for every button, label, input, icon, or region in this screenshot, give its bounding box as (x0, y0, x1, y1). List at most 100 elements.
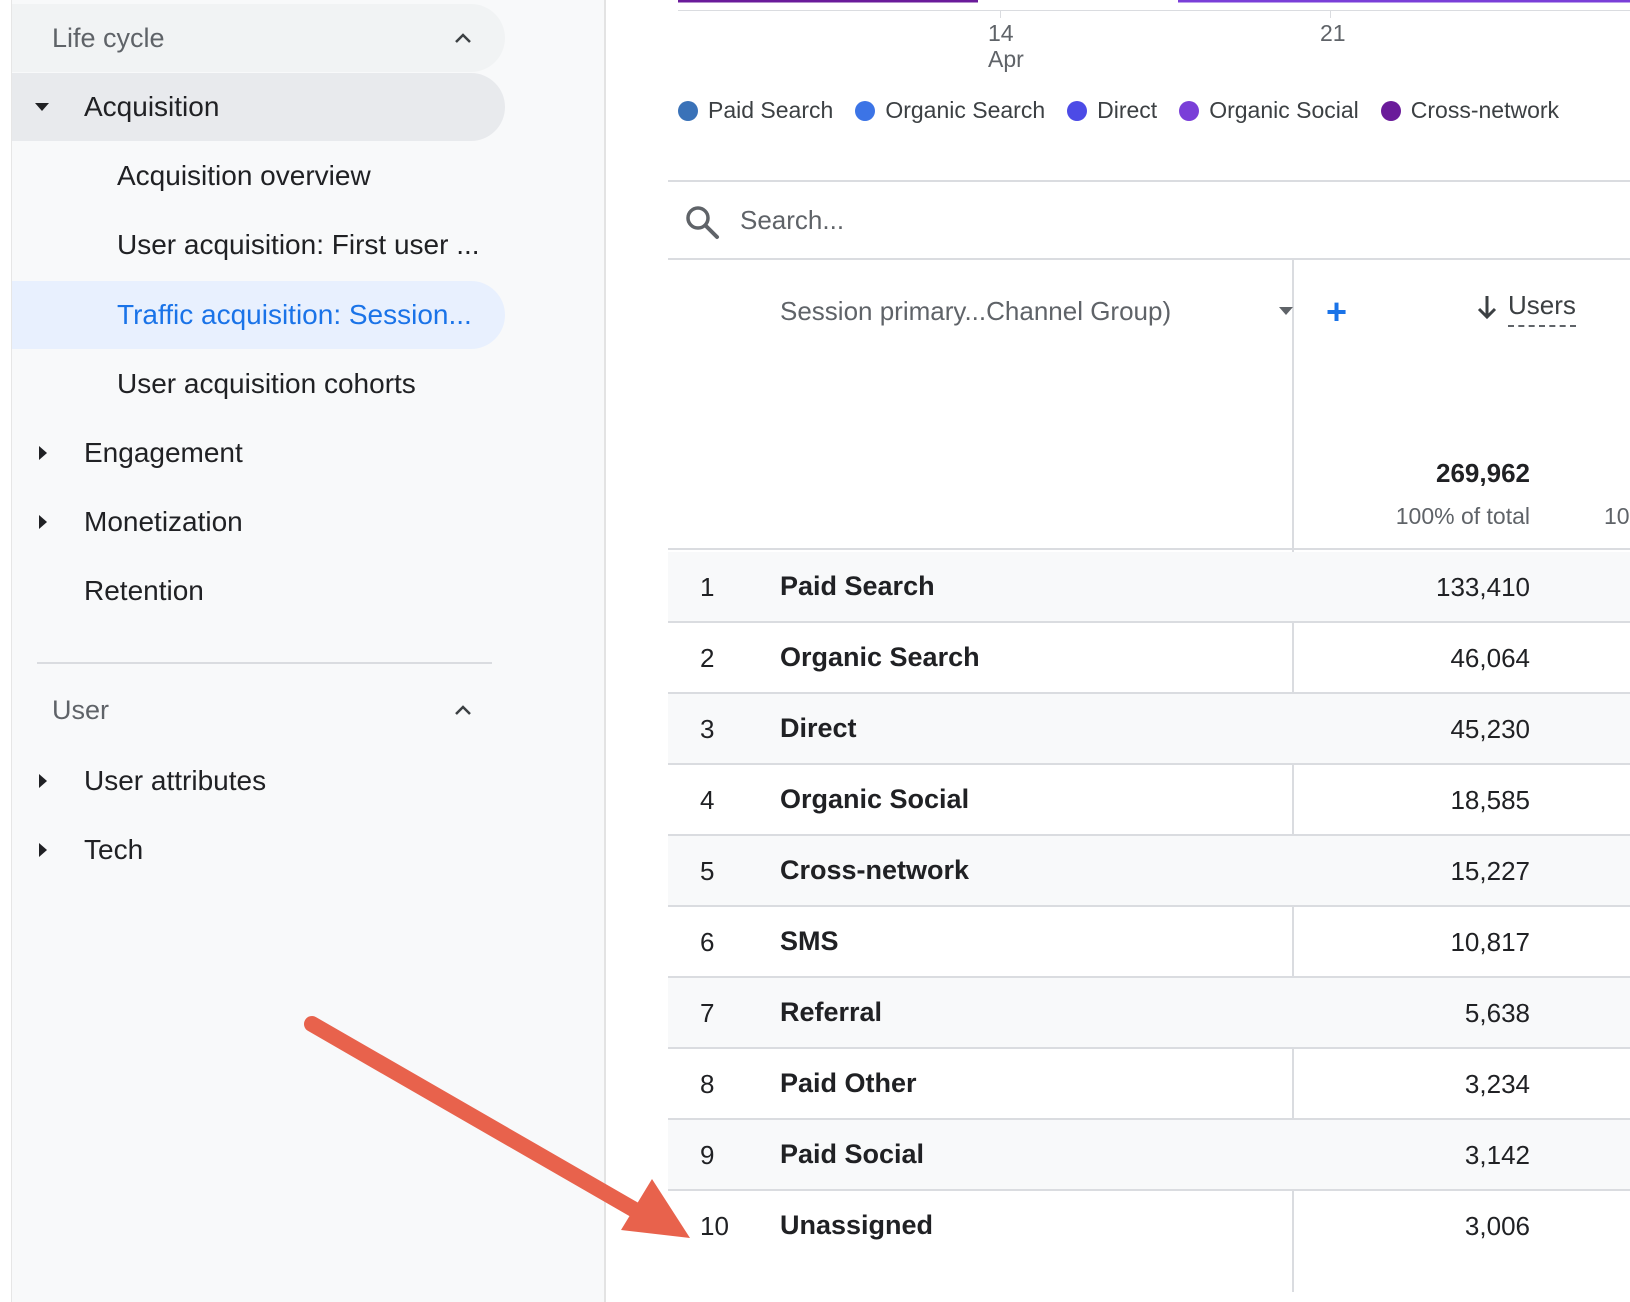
row-users: 10,817 (1450, 927, 1530, 957)
sidebar-item-label: User acquisition: First user ... (117, 229, 480, 260)
chevron-up-icon[interactable] (451, 698, 475, 722)
sidebar-item-label: User attributes (84, 765, 267, 796)
caret-down-icon (35, 103, 49, 111)
caret-right-icon (39, 774, 47, 788)
table-row[interactable]: 4 Organic Social 18,585 (668, 765, 1630, 836)
table-row[interactable]: 5 Cross-network 15,227 (668, 836, 1630, 907)
search-icon (686, 206, 719, 239)
caret-right-icon (39, 843, 47, 857)
row-rank: 7 (700, 998, 715, 1028)
row-rank: 5 (700, 856, 715, 886)
row-channel: Paid Other (780, 1068, 917, 1098)
caret-right-icon (39, 446, 47, 460)
row-channel: Organic Search (780, 642, 980, 672)
row-rank: 1 (700, 572, 715, 602)
sidebar-item-acquisition[interactable]: Acquisition (12, 73, 505, 141)
sidebar-item-traffic-acquisition[interactable]: Traffic acquisition: Session... (12, 281, 505, 349)
search-input[interactable] (740, 200, 1440, 240)
row-channel: Direct (780, 713, 857, 743)
row-users: 18,585 (1450, 785, 1530, 815)
sidebar-item-acquisition-overview[interactable]: Acquisition overview (12, 142, 505, 210)
row-channel: Organic Social (780, 784, 970, 814)
section-header-label: Life cycle (52, 22, 165, 53)
table-row[interactable]: 6 SMS 10,817 (668, 907, 1630, 978)
table-row[interactable]: 1 Paid Search 133,410 (668, 552, 1630, 623)
row-rank: 9 (700, 1140, 715, 1170)
legend-label: Direct (1097, 97, 1158, 123)
row-rank: 8 (700, 1069, 715, 1099)
users-total: 269,962 (1436, 458, 1530, 488)
x-tick-label: 21 (1320, 20, 1346, 46)
sidebar-edge (0, 0, 12, 1302)
table-row[interactable]: 9 Paid Social 3,142 (668, 1120, 1630, 1191)
row-users: 3,234 (1464, 1069, 1530, 1099)
sidebar-item-label: User acquisition cohorts (117, 368, 416, 399)
sort-descending-icon[interactable] (1476, 294, 1498, 320)
dimension-column-header[interactable]: Session primary...Channel Group) (780, 296, 1171, 327)
legend-label: Cross-network (1410, 97, 1560, 123)
legend-item-paid-search[interactable]: Paid Search (678, 97, 833, 124)
row-users: 46,064 (1450, 643, 1530, 673)
sidebar-item-label: Engagement (84, 437, 243, 468)
users-column-header[interactable]: Users (1508, 290, 1576, 327)
add-dimension-icon[interactable]: + (1326, 294, 1347, 330)
sidebar-item-retention[interactable]: Retention (12, 557, 505, 625)
x-tick-month: Apr (988, 46, 1024, 72)
chevron-up-icon[interactable] (451, 26, 475, 50)
legend-label: Paid Search (708, 97, 834, 123)
x-tick-day: 14 (988, 20, 1014, 46)
chart-baseline (678, 10, 1630, 11)
sidebar-item-engagement[interactable]: Engagement (12, 419, 505, 487)
row-channel: Paid Search (780, 571, 935, 601)
legend-item-organic-search[interactable]: Organic Search (855, 97, 1045, 124)
table-row[interactable]: 3 Direct 45,230 (668, 694, 1630, 765)
table-row[interactable]: 7 Referral 5,638 (668, 978, 1630, 1049)
sidebar-item-monetization[interactable]: Monetization (12, 488, 505, 556)
row-users: 15,227 (1450, 856, 1530, 886)
sidebar-item-label: Acquisition overview (117, 160, 371, 191)
chart-tick (1330, 10, 1331, 18)
sidebar-item-label: Retention (84, 575, 204, 606)
dropdown-arrow-icon[interactable] (1278, 306, 1294, 316)
row-channel: Referral (780, 997, 883, 1027)
row-rank: 2 (700, 643, 715, 673)
sidebar-item-label: Monetization (84, 506, 243, 537)
section-header-user[interactable]: User (12, 676, 505, 744)
table-row[interactable]: 10 Unassigned 3,006 (668, 1191, 1630, 1262)
section-header-life-cycle[interactable]: Life cycle (12, 4, 505, 72)
legend-label: Organic Search (885, 97, 1046, 123)
row-users: 5,638 (1464, 998, 1530, 1028)
row-rank: 4 (700, 785, 715, 815)
chart-tick (1000, 10, 1001, 18)
legend-label: Organic Social (1209, 97, 1359, 123)
legend-dot (1179, 100, 1200, 121)
sidebar-item-label: Tech (84, 834, 144, 865)
legend-item-organic-social[interactable]: Organic Social (1179, 97, 1359, 124)
row-rank: 10 (700, 1211, 729, 1241)
row-users: 3,006 (1464, 1211, 1530, 1241)
row-channel: SMS (780, 926, 839, 956)
row-users: 45,230 (1450, 714, 1530, 744)
section-header-label: User (52, 694, 110, 725)
sidebar-item-user-attributes[interactable]: User attributes (12, 747, 505, 815)
row-rank: 3 (700, 714, 715, 744)
legend-dot (678, 100, 698, 121)
sidebar-item-label: Acquisition (84, 91, 220, 122)
sidebar-item-tech[interactable]: Tech (12, 816, 505, 884)
legend-item-direct[interactable]: Direct (1067, 97, 1157, 124)
table-search-bar (668, 180, 1630, 260)
next-column-partial: 10 (1604, 503, 1630, 529)
row-users: 3,142 (1464, 1140, 1530, 1170)
row-channel: Cross-network (780, 855, 970, 885)
legend-item-cross-network[interactable]: Cross-network (1380, 97, 1560, 124)
sidebar: Life cycle Acquisition Acquisition overv… (0, 0, 606, 1302)
table-row[interactable]: 8 Paid Other 3,234 (668, 1049, 1630, 1120)
legend-dot (1380, 100, 1401, 121)
table-row[interactable]: 2 Organic Search 46,064 (668, 623, 1630, 694)
row-channel: Paid Social (780, 1139, 925, 1169)
sidebar-item-user-acquisition[interactable]: User acquisition: First user ... (12, 211, 505, 279)
row-channel: Unassigned (780, 1210, 934, 1240)
sidebar-item-user-acquisition-cohorts[interactable]: User acquisition cohorts (12, 350, 505, 418)
sidebar-divider (37, 662, 492, 664)
chart-legend: Paid Search Organic Search Direct Organi… (678, 97, 1581, 124)
